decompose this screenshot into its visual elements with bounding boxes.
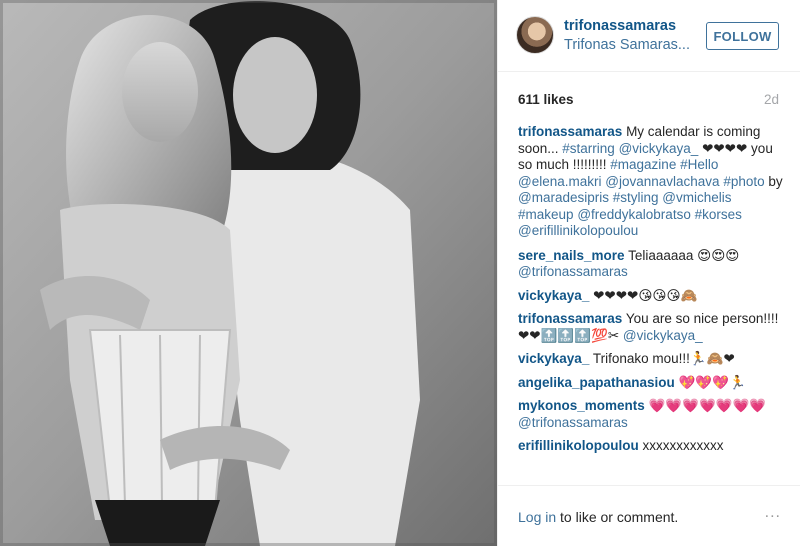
mention-link[interactable]: @trifonassamaras — [518, 415, 628, 430]
mention-link[interactable]: @vickykaya_ — [623, 328, 703, 343]
comment-item: angelika_papathanasiou 💖💖💖🏃 — [518, 375, 784, 392]
hashtag-link[interactable]: #Hello — [680, 157, 718, 172]
post-footer: Log in to like or comment. ... — [498, 485, 800, 546]
comment-rows: sere_nails_more Teliaaaaaa 😍😍😍 @trifonas… — [518, 248, 784, 455]
header-username[interactable]: trifonassamaras — [564, 18, 676, 34]
comment-item: trifonassamaras You are so nice person!!… — [518, 311, 784, 344]
hashtag-link[interactable]: #photo — [723, 174, 764, 189]
post-details-panel: trifonassamaras Trifonas Samaras... FOLL… — [497, 0, 800, 546]
mention-link[interactable]: @vmichelis — [662, 190, 731, 205]
caption-author[interactable]: trifonassamaras — [518, 124, 622, 139]
comment-author[interactable]: vickykaya_ — [518, 351, 589, 366]
comment-item: vickykaya_ Trifonako mou!!!🏃🙈❤ — [518, 351, 784, 368]
comment-text: by — [764, 173, 783, 189]
mention-link[interactable]: @jovannavlachava — [605, 174, 719, 189]
login-prompt-text: to like or comment. — [556, 509, 679, 525]
comment-author[interactable]: sere_nails_more — [518, 248, 625, 263]
more-options-icon[interactable]: ... — [765, 504, 781, 522]
hashtag-link[interactable]: #makeup — [518, 207, 574, 222]
user-avatar[interactable] — [516, 16, 554, 54]
comment-item: mykonos_moments 💗💗💗💗💗💗💗 @trifonassamaras — [518, 398, 784, 431]
comment-list: trifonassamaras My calendar is coming so… — [518, 124, 784, 462]
like-count[interactable]: 611 likes — [518, 92, 574, 107]
mention-link[interactable]: @maradesipris — [518, 190, 609, 205]
hashtag-link[interactable]: #starring — [562, 141, 615, 156]
comment-text: ❤❤❤❤😘😘😘🙈 — [589, 287, 698, 303]
comment-author[interactable]: angelika_papathanasiou — [518, 375, 675, 390]
caption: trifonassamaras My calendar is coming so… — [518, 124, 784, 240]
post-header: trifonassamaras Trifonas Samaras... FOLL… — [498, 0, 800, 72]
comment-text: Trifonako mou!!!🏃🙈❤ — [589, 351, 735, 366]
hashtag-link[interactable]: #korses — [695, 207, 742, 222]
header-full-name[interactable]: Trifonas Samaras... — [564, 37, 690, 53]
comment-author[interactable]: vickykaya_ — [518, 288, 589, 303]
photo-artwork — [0, 0, 497, 546]
comment-author[interactable]: erifillinikolopoulou — [518, 438, 639, 453]
post-age[interactable]: 2d — [764, 92, 779, 107]
comment-item: sere_nails_more Teliaaaaaa 😍😍😍 @trifonas… — [518, 248, 784, 281]
login-link[interactable]: Log in — [518, 509, 556, 525]
mention-link[interactable]: @elena.makri — [518, 174, 602, 189]
follow-button[interactable]: FOLLOW — [706, 22, 779, 50]
comment-text: 💗💗💗💗💗💗💗 — [644, 398, 767, 413]
hashtag-link[interactable]: #styling — [613, 190, 659, 205]
caption-text: My calendar is coming soon... #starring … — [518, 124, 783, 238]
mention-link[interactable]: @freddykalobratso — [577, 207, 691, 222]
mention-link[interactable]: @trifonassamaras — [518, 264, 628, 279]
comment-text: Teliaaaaaa 😍😍😍 — [624, 247, 740, 263]
comment-author[interactable]: trifonassamaras — [518, 311, 622, 326]
mention-link[interactable]: @erifillinikolopoulou — [518, 223, 638, 238]
comment-text: 💖💖💖🏃 — [674, 374, 746, 390]
mention-link[interactable]: @vickykaya_ — [619, 141, 699, 156]
login-prompt: Log in to like or comment. — [518, 509, 678, 525]
comment-author[interactable]: mykonos_moments — [518, 398, 645, 413]
post-photo[interactable] — [0, 0, 497, 546]
comment-text: xxxxxxxxxxxx — [638, 438, 724, 453]
comment-item: vickykaya_ ❤❤❤❤😘😘😘🙈 — [518, 288, 784, 305]
hashtag-link[interactable]: #magazine — [610, 157, 676, 172]
comment-item: erifillinikolopoulou xxxxxxxxxxxx — [518, 438, 784, 455]
